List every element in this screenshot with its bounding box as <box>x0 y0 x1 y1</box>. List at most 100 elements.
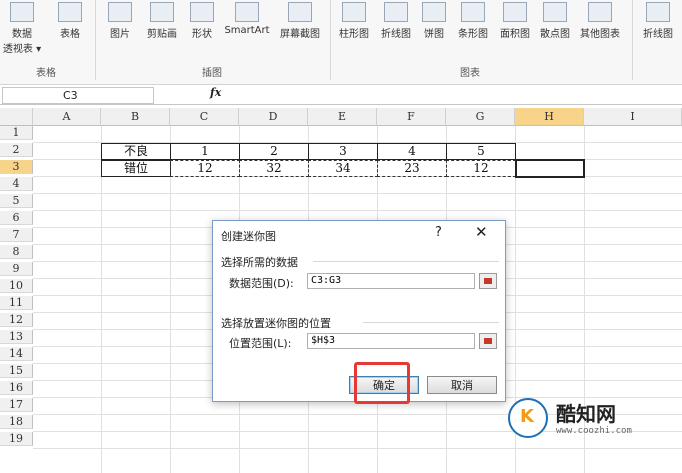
location-range-collapse-button[interactable] <box>479 333 497 349</box>
row-header-18[interactable]: 18 <box>0 415 33 429</box>
row-header-19[interactable]: 19 <box>0 432 33 446</box>
column-chart-button[interactable]: 柱形图 <box>334 0 374 40</box>
column-header-f[interactable]: F <box>377 108 446 126</box>
ok-button-highlight <box>354 362 410 404</box>
pie-chart-button[interactable]: 饼图 <box>418 0 450 40</box>
scatter-chart-icon <box>543 2 567 22</box>
cell-d3[interactable]: 32 <box>239 160 309 177</box>
row-header-8[interactable]: 8 <box>0 245 33 259</box>
row-header-10[interactable]: 10 <box>0 279 33 293</box>
row-header-12[interactable]: 12 <box>0 313 33 327</box>
data-range-collapse-button[interactable] <box>479 273 497 289</box>
row-header-4[interactable]: 4 <box>0 177 33 191</box>
cell-f3[interactable]: 23 <box>377 160 447 177</box>
dialog-title: 创建迷你图 <box>221 230 276 243</box>
section-divider <box>363 322 499 323</box>
row-header-2[interactable]: 2 <box>0 143 33 157</box>
smartart-icon <box>235 2 259 22</box>
cell-g2[interactable]: 5 <box>446 143 516 160</box>
row-header-1[interactable]: 1 <box>0 126 33 140</box>
other-charts-button[interactable]: 其他图表 <box>576 0 624 40</box>
column-header-i[interactable]: I <box>584 108 682 126</box>
row-header-5[interactable]: 5 <box>0 194 33 208</box>
sparkline-line-icon <box>646 2 670 22</box>
row-header-6[interactable]: 6 <box>0 211 33 225</box>
group-separator <box>330 0 331 80</box>
column-header-h[interactable]: H <box>515 108 584 126</box>
pivot-table-button[interactable]: 数据 透视表 ▾ <box>2 0 42 55</box>
watermark-logo-icon: K <box>508 398 548 438</box>
range-select-icon <box>484 278 492 284</box>
pie-chart-icon <box>422 2 446 22</box>
row-header-17[interactable]: 17 <box>0 398 33 412</box>
section-divider <box>313 261 499 262</box>
screenshot-icon <box>288 2 312 22</box>
section-data-label: 选择所需的数据 <box>221 256 298 269</box>
screenshot-button[interactable]: 屏幕截图 <box>274 0 326 40</box>
group-separator <box>95 0 96 80</box>
column-header-b[interactable]: B <box>101 108 170 126</box>
help-icon[interactable]: ? <box>435 225 442 240</box>
cell-g3[interactable]: 12 <box>446 160 516 177</box>
clipart-icon <box>150 2 174 22</box>
other-charts-icon <box>588 2 612 22</box>
bar-chart-button[interactable]: 条形图 <box>452 0 494 40</box>
sparkline-line-button[interactable]: 折线图 <box>636 0 680 40</box>
pivot-table-icon <box>10 2 34 22</box>
cell-f2[interactable]: 4 <box>377 143 447 160</box>
gridline <box>170 126 171 473</box>
group-separator <box>632 0 633 80</box>
row-header-11[interactable]: 11 <box>0 296 33 310</box>
row-header-14[interactable]: 14 <box>0 347 33 361</box>
cancel-button[interactable]: 取消 <box>427 376 497 394</box>
location-range-label: 位置范围(L): <box>229 337 292 350</box>
watermark-text: 酷知网 <box>556 402 616 426</box>
cell-b2[interactable]: 不良 <box>101 143 171 160</box>
group-label-table: 表格 <box>36 68 56 79</box>
cell-c3[interactable]: 12 <box>170 160 240 177</box>
line-chart-icon <box>384 2 408 22</box>
table-button[interactable]: 表格 <box>52 0 88 40</box>
group-label-illustrations: 插图 <box>202 68 222 79</box>
shapes-button[interactable]: 形状 <box>186 0 218 40</box>
area-chart-icon <box>503 2 527 22</box>
column-header-e[interactable]: E <box>308 108 377 126</box>
scatter-chart-button[interactable]: 散点图 <box>536 0 574 40</box>
row-header-9[interactable]: 9 <box>0 262 33 276</box>
column-header-a[interactable]: A <box>33 108 101 126</box>
range-select-icon <box>484 338 492 344</box>
clipart-button[interactable]: 剪贴画 <box>140 0 184 40</box>
shapes-icon <box>190 2 214 22</box>
row-header-3[interactable]: 3 <box>0 160 33 174</box>
data-range-input[interactable] <box>307 273 475 289</box>
select-all-corner[interactable] <box>0 108 33 126</box>
fx-icon[interactable]: fx <box>210 86 221 99</box>
picture-button[interactable]: 图片 <box>102 0 138 40</box>
row-header-7[interactable]: 7 <box>0 228 33 242</box>
cell-e3[interactable]: 34 <box>308 160 378 177</box>
name-box[interactable]: C3 <box>2 87 154 104</box>
watermark: K 酷知网 www.coozhi.com <box>508 398 678 442</box>
active-cell-h3[interactable] <box>515 159 585 178</box>
column-header-c[interactable]: C <box>170 108 239 126</box>
row-header-15[interactable]: 15 <box>0 364 33 378</box>
line-chart-button[interactable]: 折线图 <box>376 0 416 40</box>
group-label-charts: 图表 <box>460 68 480 79</box>
column-header-d[interactable]: D <box>239 108 308 126</box>
formula-bar: C3 fx <box>0 86 682 105</box>
cell-d2[interactable]: 2 <box>239 143 309 160</box>
cell-b3[interactable]: 错位 <box>101 160 171 177</box>
close-icon[interactable]: ✕ <box>475 223 488 241</box>
row-header-13[interactable]: 13 <box>0 330 33 344</box>
area-chart-button[interactable]: 面积图 <box>494 0 536 40</box>
cell-c2[interactable]: 1 <box>170 143 240 160</box>
picture-icon <box>108 2 132 22</box>
smartart-button[interactable]: SmartArt <box>220 0 274 36</box>
cell-e2[interactable]: 3 <box>308 143 378 160</box>
row-header-16[interactable]: 16 <box>0 381 33 395</box>
data-range-label: 数据范围(D): <box>229 277 294 290</box>
column-header-g[interactable]: G <box>446 108 515 126</box>
table-icon <box>58 2 82 22</box>
ribbon: 数据 透视表 ▾ 表格 表格 图片 剪贴画 形状 SmartArt 屏幕截图 插… <box>0 0 682 85</box>
location-range-input[interactable] <box>307 333 475 349</box>
